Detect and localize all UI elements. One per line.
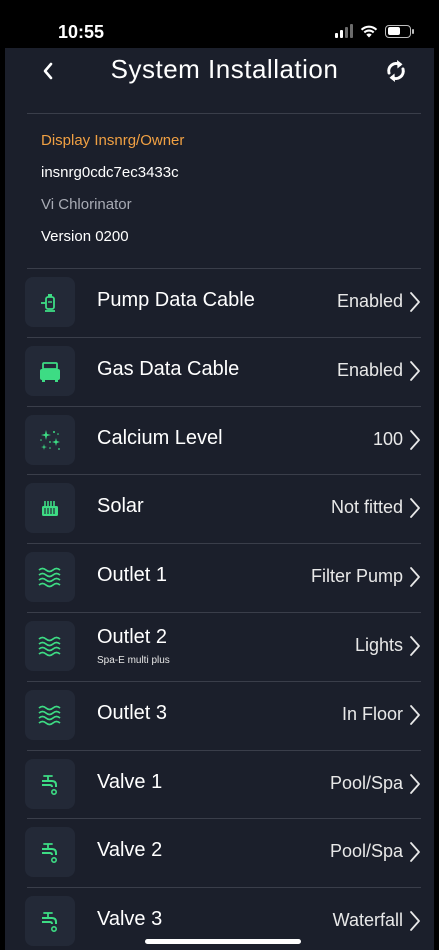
- row-label: Pump Data Cable: [97, 289, 255, 311]
- page-title: System Installation: [110, 54, 339, 84]
- chevron-right-icon: [410, 636, 420, 656]
- row-sublabel: Spa-E multi plus: [97, 654, 170, 666]
- chevron-right-icon: [410, 773, 420, 794]
- row-value: Enabled: [336, 359, 403, 380]
- refresh-button[interactable]: [380, 54, 412, 88]
- chevron-right-icon: [410, 429, 420, 450]
- settings-list: Pump Data Cable Enabled Gas Data Cable E…: [0, 269, 439, 950]
- chevron-right-icon: [410, 498, 420, 519]
- cellular-signal-icon: [335, 24, 353, 38]
- battery-icon: [385, 24, 414, 38]
- firmware-version: Version 0200: [41, 228, 129, 245]
- water-waves-icon: [25, 552, 75, 603]
- frame-border-right: [434, 0, 439, 950]
- status-bar: 10:55: [0, 0, 439, 48]
- chevron-right-icon: [410, 292, 420, 312]
- setting-row-valve-2[interactable]: Valve 2 Pool/Spa: [25, 819, 421, 889]
- serial-number: insnrg0cdc7ec3433c: [41, 164, 179, 181]
- row-value: In Floor: [341, 703, 403, 724]
- chevron-right-icon: [410, 360, 420, 381]
- row-value: Filter Pump: [310, 566, 403, 587]
- header-divider: [27, 113, 421, 114]
- sparkle-icon: [25, 414, 75, 465]
- row-label: Outlet 2: [97, 625, 168, 648]
- row-label: Gas Data Cable: [97, 357, 240, 380]
- row-label: Valve 2: [97, 839, 163, 862]
- valve-icon: [25, 758, 75, 809]
- row-label: Calcium Level: [97, 426, 223, 449]
- row-label: Outlet 3: [97, 701, 168, 724]
- row-value: Not fitted: [330, 497, 403, 518]
- product-name: Vi Chlorinator: [41, 196, 132, 213]
- row-label: Valve 1: [97, 770, 163, 793]
- setting-row-calcium-level[interactable]: Calcium Level 100: [25, 407, 421, 476]
- setting-row-outlet-2[interactable]: Outlet 2 Spa-E multi plus Lights: [25, 613, 421, 682]
- owner-label: Display Insnrg/Owner: [41, 132, 185, 149]
- gas-heater-icon: [25, 345, 75, 396]
- row-value: Lights: [354, 634, 403, 655]
- setting-row-outlet-1[interactable]: Outlet 1 Filter Pump: [25, 544, 421, 613]
- row-value: Pool/Spa: [329, 772, 403, 793]
- device-info: Display Insnrg/Owner insnrg0cdc7ec3433c …: [41, 130, 184, 258]
- water-waves-icon: [25, 689, 75, 740]
- valve-icon: [25, 896, 75, 947]
- chevron-right-icon: [410, 842, 420, 863]
- row-label: Outlet 1: [97, 564, 168, 587]
- row-label: Valve 3: [97, 908, 163, 931]
- chevron-right-icon: [410, 911, 420, 932]
- setting-row-outlet-3[interactable]: Outlet 3 In Floor: [25, 682, 421, 751]
- frame-border-left: [0, 0, 5, 950]
- status-icons: [335, 24, 414, 38]
- home-indicator[interactable]: [145, 939, 301, 944]
- refresh-icon: [387, 60, 405, 82]
- setting-row-valve-1[interactable]: Valve 1 Pool/Spa: [25, 751, 421, 820]
- pump-icon: [25, 277, 75, 327]
- setting-row-solar[interactable]: Solar Not fitted: [25, 475, 421, 545]
- wifi-icon: [360, 25, 378, 38]
- nav-bar: System Installation: [5, 48, 434, 98]
- row-value: Waterfall: [332, 910, 403, 931]
- water-waves-icon: [25, 620, 75, 671]
- valve-icon: [25, 827, 75, 878]
- chevron-right-icon: [410, 567, 420, 588]
- setting-row-gas-data-cable[interactable]: Gas Data Cable Enabled: [25, 338, 421, 407]
- row-value: Enabled: [336, 291, 403, 311]
- row-value: 100: [372, 428, 403, 449]
- chevron-right-icon: [410, 704, 420, 725]
- row-value: Pool/Spa: [329, 841, 403, 862]
- screen: 10:55 System Installation Display Insnrg…: [0, 0, 439, 950]
- row-label: Solar: [97, 495, 144, 518]
- solar-heater-icon: [25, 483, 75, 534]
- status-time: 10:55: [58, 22, 105, 42]
- setting-row-pump-data-cable[interactable]: Pump Data Cable Enabled: [25, 269, 421, 338]
